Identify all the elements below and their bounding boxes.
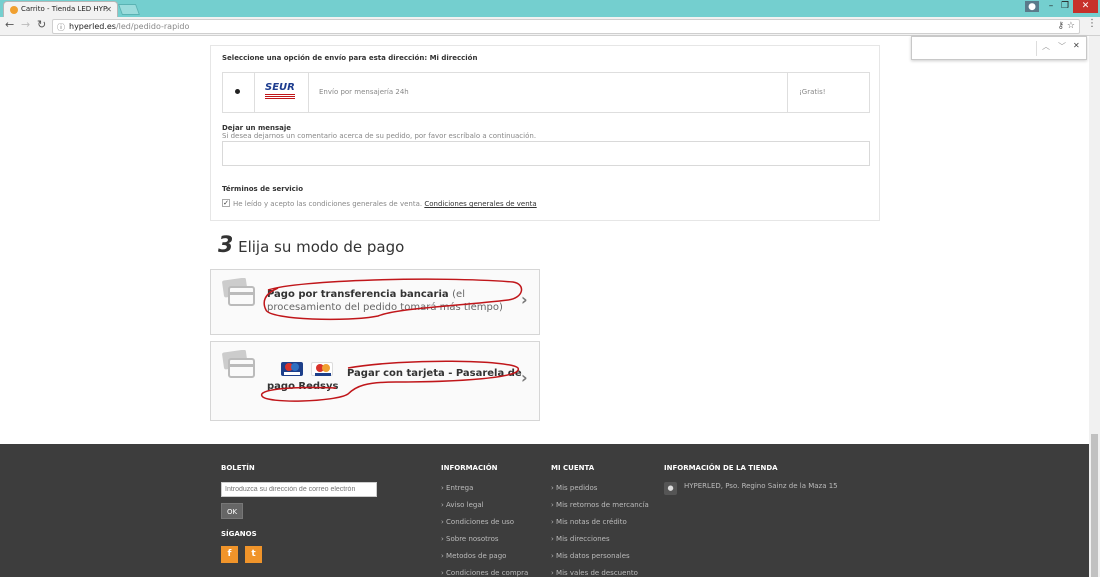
close-window-button[interactable]: ✕ xyxy=(1073,0,1098,13)
message-label: Dejar un mensaje xyxy=(222,124,292,132)
checkout-panel: Seleccione una opción de envío para esta… xyxy=(210,45,880,221)
location-pin-icon: ● xyxy=(664,482,677,495)
chevron-up-icon[interactable]: ︿ xyxy=(1042,41,1050,52)
scrollbar-thumb[interactable] xyxy=(1091,434,1098,577)
message-textarea[interactable] xyxy=(222,141,870,166)
tab-strip: Carrito - Tienda LED HYP ✕ ● – ❐ ✕ xyxy=(0,0,1100,17)
close-icon[interactable]: ✕ xyxy=(1073,41,1080,50)
radio-cell[interactable] xyxy=(223,73,255,112)
reload-icon[interactable]: ↻ xyxy=(37,18,46,31)
footer-link-mis-direcciones[interactable]: › Mis direcciones xyxy=(551,535,610,543)
chevron-down-icon[interactable]: ﹀ xyxy=(1058,41,1066,52)
seur-logo-stripes xyxy=(265,94,295,99)
shipping-price: ¡Gratis! xyxy=(799,88,826,96)
boletin-heading: BOLETÍN xyxy=(221,464,255,472)
find-bar: ︿ ﹀ ✕ xyxy=(911,36,1087,60)
minimize-button[interactable]: – xyxy=(1044,0,1058,13)
scrollbar[interactable] xyxy=(1089,36,1100,577)
terms-checkbox[interactable]: ✓ xyxy=(222,199,230,207)
menu-dots-icon[interactable]: ⋮ xyxy=(1087,18,1097,29)
forward-arrow-icon[interactable]: → xyxy=(21,18,30,31)
find-input[interactable] xyxy=(916,41,1032,56)
step-title-text: Elija su modo de pago xyxy=(238,238,405,256)
footer-link-mis-datos[interactable]: › Mis datos personales xyxy=(551,552,630,560)
shipping-heading: Seleccione una opción de envío para esta… xyxy=(222,54,478,62)
mi-cuenta-heading: MI CUENTA xyxy=(551,464,595,472)
informacion-heading: INFORMACIÓN xyxy=(441,464,498,472)
message-help: Si desea dejarnos un comentario acerca d… xyxy=(222,132,537,140)
footer-link-aviso-legal[interactable]: › Aviso legal xyxy=(441,501,484,509)
url-domain: hyperled.es xyxy=(69,22,116,31)
footer-link-mis-notas[interactable]: › Mis notas de crédito xyxy=(551,518,627,526)
payment-option-transfer[interactable]: Pago por transferencia bancaria (el proc… xyxy=(210,269,540,335)
footer-link-metodos-pago[interactable]: › Metodos de pago xyxy=(441,552,506,560)
seur-logo: SEUR xyxy=(265,82,295,93)
terms-text-label: He leído y acepto las condiciones genera… xyxy=(233,200,423,208)
footer-link-entrega[interactable]: › Entrega xyxy=(441,484,473,492)
address-bar: ← → ↻ ⓘ hyperled.es/led/pedido-rapido ⚷ … xyxy=(0,17,1100,36)
terms-link[interactable]: Condiciones generales de venta xyxy=(424,200,536,208)
chevron-right-icon: › xyxy=(521,290,528,309)
tab-title: Carrito - Tienda LED HYP xyxy=(21,5,108,13)
info-icon[interactable]: ⓘ xyxy=(57,21,65,34)
maximize-button[interactable]: ❐ xyxy=(1058,0,1072,13)
carrier-description: Envío por mensajería 24h xyxy=(319,88,409,96)
footer-link-mis-vales[interactable]: › Mis vales de descuento xyxy=(551,569,638,577)
footer-link-mis-pedidos[interactable]: › Mis pedidos xyxy=(551,484,597,492)
card-icon xyxy=(222,350,255,378)
footer-link-condiciones-uso[interactable]: › Condiciones de uso xyxy=(441,518,514,526)
new-tab-button[interactable] xyxy=(117,4,141,15)
shipping-option-row[interactable]: SEUR Envío por mensajería 24h ¡Gratis! xyxy=(222,72,870,113)
red-annotation-1 xyxy=(263,278,523,321)
terms-label: Términos de servicio xyxy=(222,185,304,193)
payment-step-title: 3 Elija su modo de pago xyxy=(218,233,404,258)
url-path: /led/pedido-rapido xyxy=(115,22,190,31)
newsletter-email-input[interactable] xyxy=(221,482,377,497)
payment-option-card[interactable]: Pagar con tarjeta - Pasarela de pago Red… xyxy=(210,341,540,421)
footer-link-sobre-nosotros[interactable]: › Sobre nosotros xyxy=(441,535,499,543)
browser-tab[interactable]: Carrito - Tienda LED HYP ✕ xyxy=(3,1,118,17)
card-icon xyxy=(222,278,255,306)
twitter-icon[interactable]: t xyxy=(245,546,262,563)
tab-close-icon[interactable]: ✕ xyxy=(105,2,112,17)
price-cell: ¡Gratis! xyxy=(788,73,869,112)
step-number: 3 xyxy=(218,233,234,258)
user-icon[interactable]: ● xyxy=(1025,1,1039,12)
shipping-radio[interactable] xyxy=(235,89,240,94)
newsletter-ok-button[interactable]: OK xyxy=(221,503,243,519)
carrier-desc-cell: Envío por mensajería 24h xyxy=(309,73,788,112)
red-annotation-2 xyxy=(261,360,519,402)
terms-text: He leído y acepto las condiciones genera… xyxy=(233,200,537,208)
footer-link-condiciones-compra[interactable]: › Condiciones de compra xyxy=(441,569,528,577)
footer-link-mis-retornos[interactable]: › Mis retornos de mercancía xyxy=(551,501,649,509)
favicon xyxy=(10,6,18,14)
tienda-heading: INFORMACIÓN DE LA TIENDA xyxy=(664,464,778,472)
siganos-heading: SÍGANOS xyxy=(221,530,257,538)
key-icon[interactable]: ⚷ xyxy=(1057,21,1064,31)
facebook-icon[interactable]: f xyxy=(221,546,238,563)
star-icon[interactable]: ☆ xyxy=(1067,21,1075,31)
chevron-right-icon: › xyxy=(521,368,528,387)
back-arrow-icon[interactable]: ← xyxy=(5,18,14,31)
carrier-logo-cell: SEUR xyxy=(255,73,309,112)
url-input[interactable]: ⓘ hyperled.es/led/pedido-rapido ⚷ ☆ xyxy=(52,19,1080,34)
find-divider xyxy=(1036,41,1037,56)
footer: BOLETÍN OK SÍGANOS f t INFORMACIÓN › Ent… xyxy=(0,444,1089,577)
store-address: HYPERLED, Pso. Regino Sainz de la Maza 1… xyxy=(684,482,838,490)
